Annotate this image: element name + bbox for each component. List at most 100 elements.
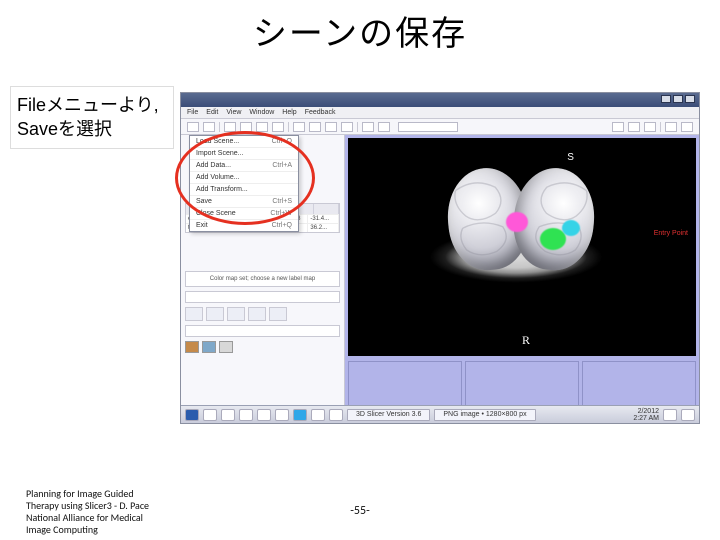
separator [219,122,220,132]
axis-S-label: S [567,152,574,163]
layout-thumbnails[interactable] [185,307,340,321]
status-message: Color map set; choose a new label map [185,271,340,287]
toolbar-button[interactable] [341,122,353,132]
right-viewer-pane: R S Entry Point [345,135,699,423]
menuitem-label: Exit [196,222,208,229]
taskbar-icon[interactable] [293,409,307,421]
swatch[interactable] [219,341,233,353]
entry-point-label: Entry Point [654,230,688,237]
toolbar-button[interactable] [378,122,390,132]
menuitem-close-scene[interactable]: Close SceneCtrl+W [190,208,298,220]
cell-y: 36.2... [308,224,339,232]
toolbar-button[interactable] [309,122,321,132]
toolbar-button[interactable] [665,122,677,132]
clock-time: 2:27 AM [633,415,659,422]
layout-button[interactable] [206,307,224,321]
separator [660,122,661,132]
taskbar-icon[interactable] [329,409,343,421]
app-titlebar [181,93,699,107]
slide-title: シーンの保存 [0,6,720,55]
menu-item-file[interactable]: File [187,109,198,116]
menuitem-accel: Ctrl+O [272,138,292,145]
taskbar-icon[interactable] [257,409,271,421]
taskbar-icon[interactable] [275,409,289,421]
menuitem-label: Add Volume... [196,174,240,181]
toolbar-button[interactable] [240,122,252,132]
menuitem-label: Add Transform... [196,186,248,193]
menuitem-accel: Ctrl+S [272,198,292,205]
page-number: -55- [0,504,720,518]
panel-header[interactable] [185,325,340,337]
file-menu-dropdown[interactable]: Load Scene... Ctrl+O Import Scene... Add … [189,135,299,232]
toolbar-button[interactable] [628,122,640,132]
toolbar-button[interactable] [203,122,215,132]
callout-line: Saveを選択 [17,117,159,141]
instruction-callout: Fileメニューより, Saveを選択 [10,86,174,149]
layout-button[interactable] [185,307,203,321]
menuitem-save[interactable]: Save Ctrl+S [190,196,298,208]
menuitem-add-volume[interactable]: Add Volume... [190,172,298,184]
menu-item-window[interactable]: Window [249,109,274,116]
brain-render [412,162,632,330]
maximize-icon[interactable] [673,95,683,103]
menuitem-label: Add Data... [196,162,231,169]
close-icon[interactable] [685,95,695,103]
menu-item-help[interactable]: Help [282,109,296,116]
menuitem-label: Load Scene... [196,138,239,145]
taskbar-icon[interactable] [221,409,235,421]
toolbar-button[interactable] [362,122,374,132]
separator [288,122,289,132]
clock-date: 2/2012 [633,408,659,415]
layout-button[interactable] [269,307,287,321]
window-controls[interactable] [661,95,695,103]
tray-icon[interactable] [681,409,695,421]
taskbar-app-slicer[interactable]: 3D Slicer Version 3.6 [347,409,430,421]
tumor-pink [506,212,528,232]
menuitem-label: Import Scene... [196,150,243,157]
taskbar-icon[interactable] [203,409,217,421]
taskbar-clock: 2/2012 2:27 AM [633,408,659,422]
tray-icon[interactable] [663,409,677,421]
menuitem-import-scene[interactable]: Import Scene... [190,148,298,160]
toolbar-button[interactable] [681,122,693,132]
menu-item-view[interactable]: View [226,109,241,116]
toolbar-button[interactable] [272,122,284,132]
taskbar-icon[interactable] [311,409,325,421]
panel-header[interactable] [185,291,340,303]
callout-line: Fileメニューより, [17,93,159,117]
toolbar-button[interactable] [612,122,624,132]
slicer-screenshot: File Edit View Window Help Feedback [180,92,700,424]
separator [357,122,358,132]
toolbar-button[interactable] [325,122,337,132]
menuitem-add-data[interactable]: Add Data... Ctrl+A [190,160,298,172]
menu-item-feedback[interactable]: Feedback [305,109,336,116]
swatch[interactable] [202,341,216,353]
menuitem-label: Save [196,198,212,205]
start-icon[interactable] [185,409,199,421]
color-swatches[interactable] [185,341,340,353]
menuitem-add-transform[interactable]: Add Transform... [190,184,298,196]
minimize-icon[interactable] [661,95,671,103]
swatch[interactable] [185,341,199,353]
toolbar-button[interactable] [187,122,199,132]
menuitem-accel: Ctrl+A [272,162,292,169]
layout-button[interactable] [227,307,245,321]
3d-view[interactable]: R S Entry Point [348,138,696,356]
toolbar-button[interactable] [293,122,305,132]
os-taskbar[interactable]: 3D Slicer Version 3.6 PNG image • 1280×8… [181,405,699,423]
toolbar-search[interactable] [398,122,458,132]
cell-y: -31.4... [308,215,339,223]
menuitem-exit[interactable]: Exit Ctrl+Q [190,220,298,231]
toolbar-button[interactable] [644,122,656,132]
menuitem-accel: Ctrl+Q [272,222,292,229]
taskbar-app-other[interactable]: PNG image • 1280×800 px [434,409,535,421]
toolbar-button[interactable] [224,122,236,132]
taskbar-icon[interactable] [239,409,253,421]
tumor-cyan [562,220,580,236]
layout-button[interactable] [248,307,266,321]
menu-item-edit[interactable]: Edit [206,109,218,116]
app-menubar[interactable]: File Edit View Window Help Feedback [181,107,699,119]
menuitem-load-scene[interactable]: Load Scene... Ctrl+O [190,136,298,148]
toolbar-button[interactable] [256,122,268,132]
menuitem-accel: Ctrl+W [270,210,292,217]
